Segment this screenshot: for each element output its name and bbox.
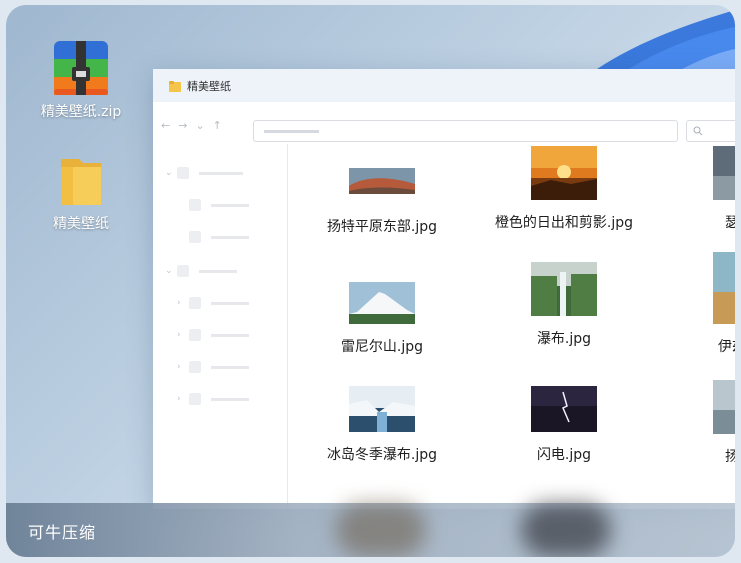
explorer-window: 精美壁纸 ← → ⌄ ↑ ⌄ ⌄ › › › › 扬特平原东部.jpg 橙色的日…: [153, 69, 735, 509]
desktop-icon-label: 精美壁纸.zip: [40, 104, 122, 120]
tree-item[interactable]: [189, 198, 249, 212]
nav-pane: ⌄ ⌄ › › › ›: [153, 144, 288, 509]
image-thumbnail: [349, 282, 415, 324]
file-item[interactable]: 橙色的日出和剪影.jpg: [479, 146, 649, 232]
desktop: 精美壁纸.zip 精美壁纸 精美壁纸 ← → ⌄ ↑ ⌄ ⌄ › › › › 扬…: [6, 5, 735, 557]
file-item[interactable]: 闪电.jpg: [479, 386, 649, 464]
desktop-icon-folder[interactable]: 精美壁纸: [26, 153, 136, 233]
file-item[interactable]: 瀑布.jpg: [479, 262, 649, 348]
file-item[interactable]: 冰岛冬季瀑布.jpg: [297, 386, 467, 464]
chevron-down-icon[interactable]: ⌄: [195, 119, 204, 132]
image-thumbnail: [349, 386, 415, 432]
tree-item[interactable]: ›: [177, 296, 249, 310]
app-name: 可牛压缩: [28, 523, 97, 542]
file-item[interactable]: 伊兹图仁: [661, 252, 735, 356]
file-item[interactable]: 扬特平: [661, 380, 735, 466]
tree-item[interactable]: ⌄: [165, 166, 243, 180]
file-name: 扬特平原东部.jpg: [326, 219, 438, 235]
file-name: 橙色的日出和剪影.jpg: [494, 215, 634, 231]
search-icon: [693, 126, 703, 136]
up-arrow-icon[interactable]: ↑: [213, 119, 222, 132]
tree-item[interactable]: ›: [177, 328, 249, 342]
back-arrow-icon[interactable]: ←: [161, 119, 170, 132]
desktop-icon-zip[interactable]: 精美壁纸.zip: [26, 41, 136, 121]
window-title: 精美壁纸: [187, 79, 231, 93]
search-input[interactable]: [686, 120, 735, 142]
folder-icon: [169, 80, 181, 92]
tree-item[interactable]: ›: [177, 360, 249, 374]
desktop-icon-label: 精美壁纸: [53, 216, 109, 232]
file-name: 冰岛冬季瀑布.jpg: [326, 447, 438, 463]
image-thumbnail: [531, 146, 597, 200]
file-name: 闪电.jpg: [536, 447, 592, 463]
forward-arrow-icon[interactable]: →: [178, 119, 187, 132]
file-item[interactable]: 扬特平原东部.jpg: [297, 158, 467, 236]
window-titlebar: 精美壁纸: [153, 69, 735, 102]
image-thumbnail: [713, 380, 735, 434]
file-name: 扬特平: [725, 449, 735, 465]
folder-icon: [61, 159, 101, 205]
address-bar[interactable]: [253, 120, 678, 142]
image-thumbnail: [713, 252, 735, 324]
tree-item[interactable]: ›: [177, 392, 249, 406]
file-name: 瀑布.jpg: [536, 331, 592, 347]
zip-archive-icon: [54, 41, 108, 95]
tree-item[interactable]: [189, 230, 249, 244]
file-item[interactable]: 瑟瓦杉: [661, 146, 735, 232]
image-thumbnail: [349, 158, 415, 204]
file-name: 雷尼尔山.jpg: [340, 339, 424, 355]
file-name: 瑟瓦杉: [725, 215, 735, 231]
image-thumbnail: [531, 262, 597, 316]
tree-item[interactable]: ⌄: [165, 264, 237, 278]
image-thumbnail: [531, 386, 597, 432]
file-name: 伊兹图仁: [718, 339, 735, 355]
file-item[interactable]: 雷尼尔山.jpg: [297, 282, 467, 356]
file-grid: 扬特平原东部.jpg 橙色的日出和剪影.jpg 瑟瓦杉: [287, 144, 735, 509]
image-thumbnail: [713, 146, 735, 200]
app-taskbar: 可牛压缩: [6, 503, 735, 557]
